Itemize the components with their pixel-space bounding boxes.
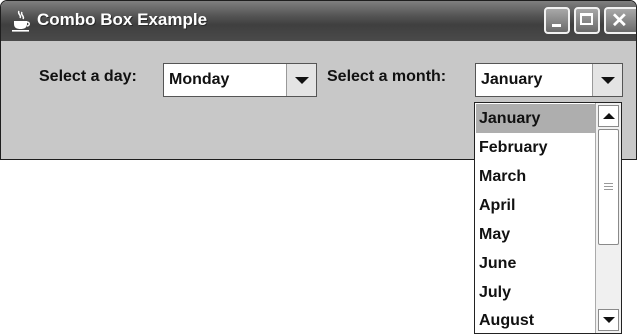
chevron-down-icon bbox=[295, 77, 309, 84]
month-dropdown-button[interactable] bbox=[592, 64, 622, 96]
list-item[interactable]: July bbox=[476, 278, 595, 307]
title-bar[interactable]: Combo Box Example ✕ bbox=[1, 1, 636, 41]
day-dropdown-button[interactable] bbox=[286, 64, 316, 96]
day-label: Select a day: bbox=[39, 68, 137, 85]
minimize-button[interactable] bbox=[544, 7, 570, 34]
scrollbar-thumb[interactable] bbox=[598, 129, 619, 245]
maximize-button[interactable] bbox=[574, 7, 600, 34]
close-button[interactable]: ✕ bbox=[604, 7, 636, 34]
month-label: Select a month: bbox=[327, 68, 447, 85]
minimize-icon bbox=[552, 24, 561, 27]
list-item[interactable]: March bbox=[476, 162, 595, 191]
scroll-up-button[interactable] bbox=[598, 105, 619, 127]
day-selected-value: Monday bbox=[169, 71, 230, 88]
list-item[interactable]: August bbox=[476, 306, 595, 335]
list-item[interactable]: April bbox=[476, 191, 595, 220]
grip-line bbox=[604, 186, 613, 187]
list-item[interactable]: June bbox=[476, 249, 595, 278]
month-dropdown-list: January February March April May June Ju… bbox=[474, 102, 622, 334]
scroll-down-button[interactable] bbox=[598, 309, 619, 331]
close-icon: ✕ bbox=[611, 10, 628, 32]
java-cup-icon bbox=[12, 10, 30, 32]
chevron-up-icon bbox=[603, 113, 615, 119]
month-combo-box[interactable]: January bbox=[475, 63, 623, 97]
month-selected-value: January bbox=[481, 71, 543, 88]
maximize-icon bbox=[580, 13, 593, 25]
grip-line bbox=[604, 189, 613, 190]
list-item[interactable]: May bbox=[476, 220, 595, 249]
window-title: Combo Box Example bbox=[37, 10, 208, 29]
chevron-down-icon bbox=[601, 77, 615, 84]
list-item[interactable]: January bbox=[476, 104, 595, 133]
chevron-down-icon bbox=[603, 317, 615, 323]
list-item[interactable]: February bbox=[476, 133, 595, 162]
day-combo-box[interactable]: Monday bbox=[163, 63, 317, 97]
vertical-scrollbar[interactable] bbox=[595, 103, 621, 333]
grip-line bbox=[604, 183, 613, 184]
